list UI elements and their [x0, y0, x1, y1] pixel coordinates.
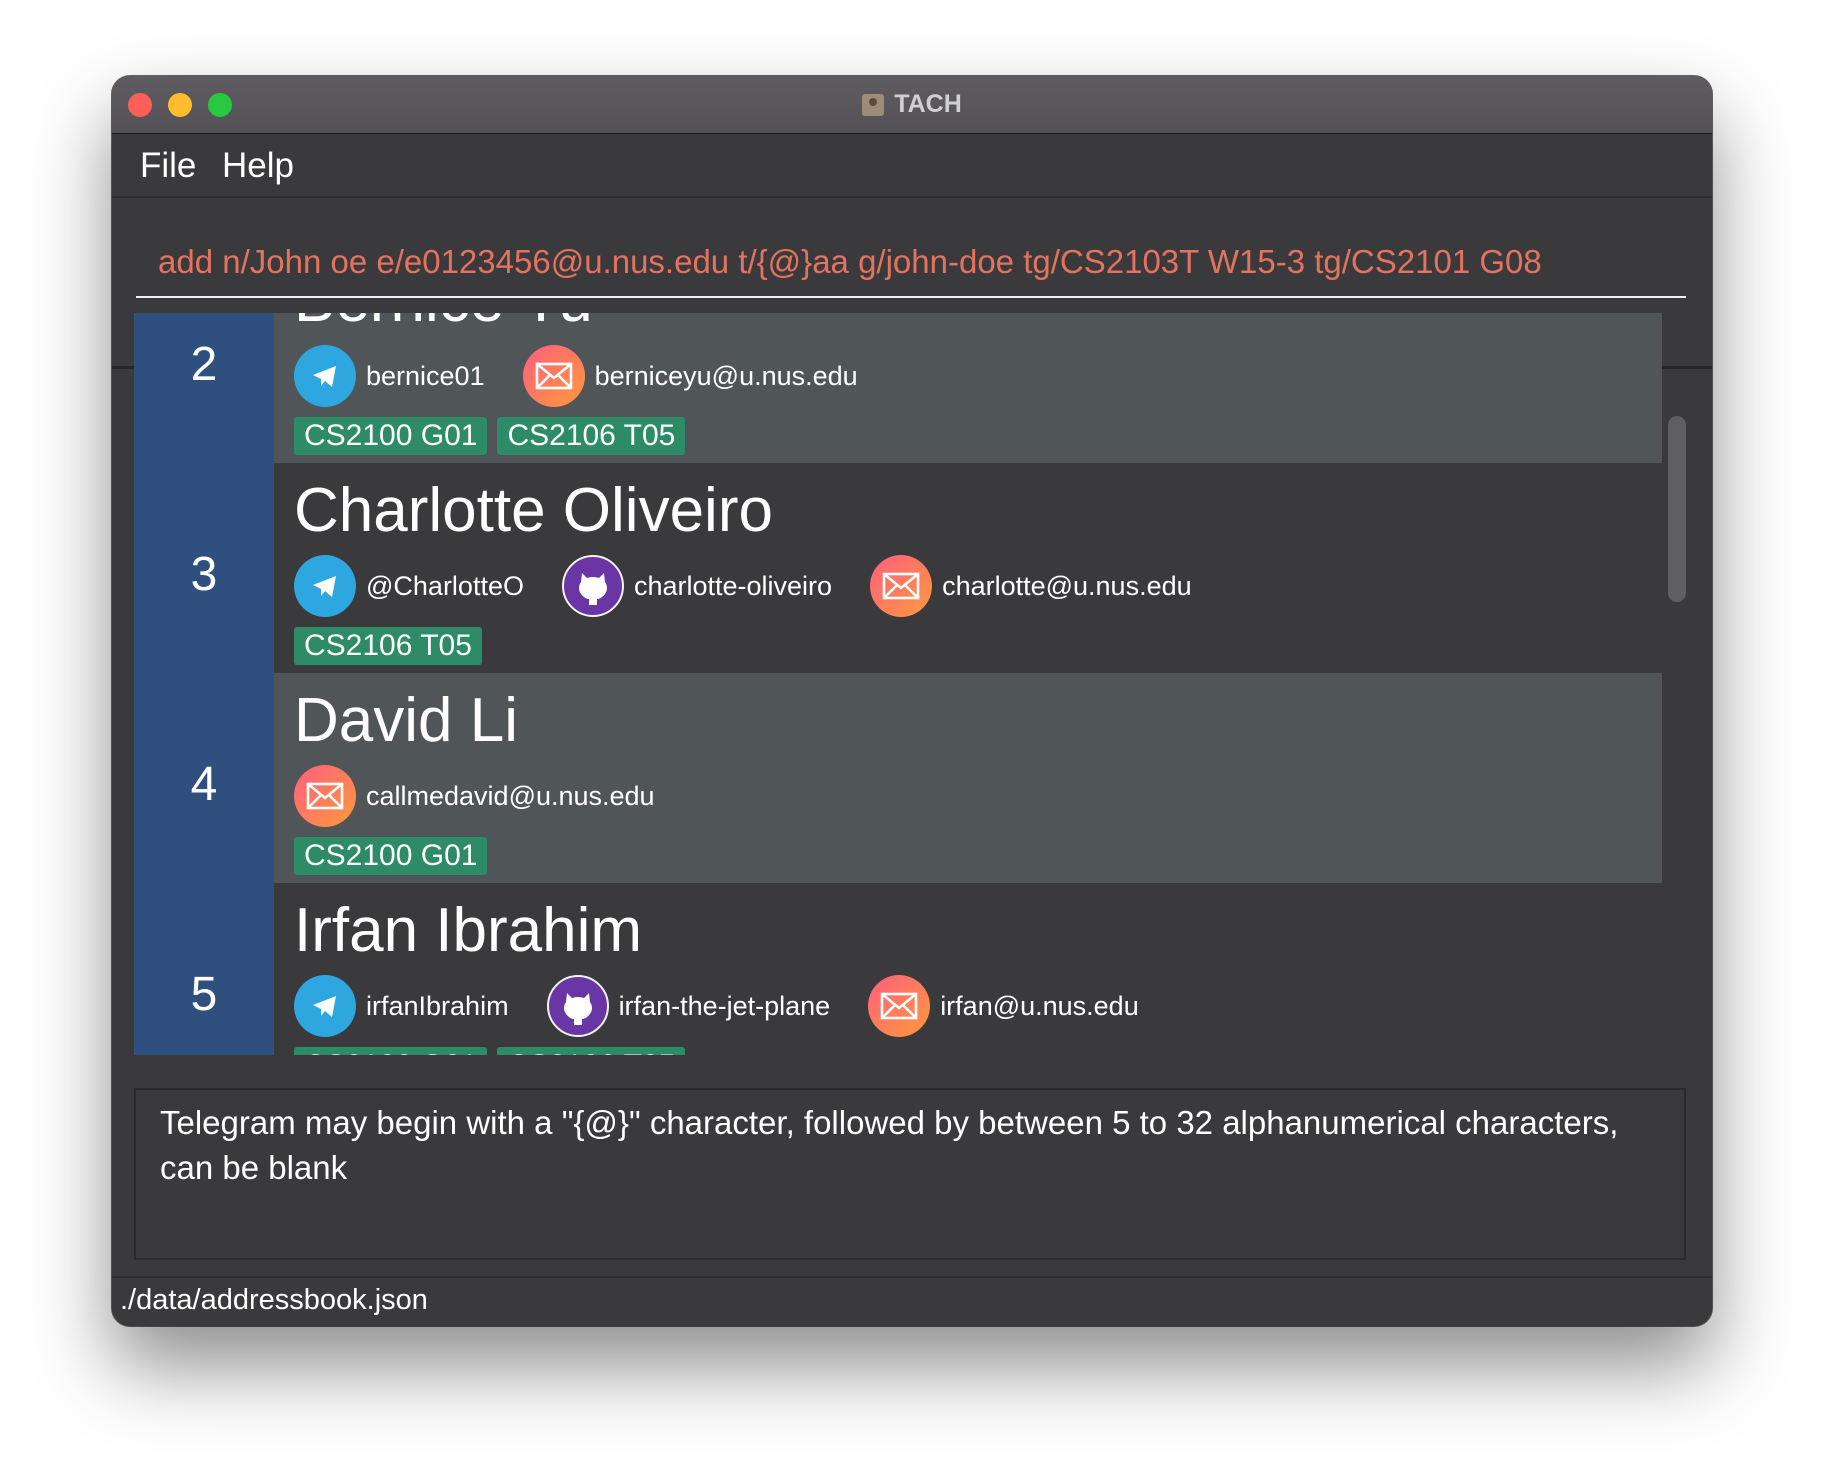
person-card[interactable]: 4 David Li callmedavid@u.nus.edu CS2100 G01	[134, 673, 1662, 883]
contact-item[interactable]: callmedavid@u.nus.edu	[294, 765, 655, 827]
person-name: Bernice Yu	[294, 313, 593, 336]
list-scrollbar[interactable]	[1668, 416, 1686, 602]
contact-list: @CharlotteO charlotte-oliveiro charlotte@u…	[294, 555, 1230, 617]
person-index-cell: 5	[134, 883, 274, 1055]
tag-list: CS2106 T05	[294, 627, 492, 665]
contact-item[interactable]: charlotte@u.nus.edu	[870, 555, 1192, 617]
contact-list: callmedavid@u.nus.edu	[294, 765, 693, 827]
person-index-cell: 3	[134, 463, 274, 673]
email-icon	[870, 555, 933, 617]
person-list[interactable]: 2 Bernice Yu bernice01 berniceyu@u.nus.edu C…	[134, 313, 1662, 1055]
menu-help[interactable]: Help	[222, 146, 294, 186]
telegram-icon	[294, 975, 356, 1037]
menu-file[interactable]: File	[140, 146, 196, 186]
tag-badge: CS2106 T05	[294, 627, 482, 665]
person-name: Charlotte Oliveiro	[294, 476, 773, 545]
title-bar: TACH	[112, 76, 1712, 134]
contact-item[interactable]: @CharlotteO	[294, 555, 524, 617]
contact-item[interactable]: bernice01	[294, 345, 485, 407]
result-display: Telegram may begin with a "{@}" characte…	[134, 1088, 1686, 1260]
contact-text: bernice01	[366, 360, 485, 391]
tag-list: CS2100 G01 CS2106 T05	[294, 1047, 695, 1055]
person-index: 2	[190, 338, 218, 391]
tag-badge: CS2106 T05	[497, 417, 686, 455]
contact-item[interactable]: charlotte-oliveiro	[561, 555, 833, 617]
telegram-icon	[294, 345, 356, 407]
contact-item[interactable]: irfan-the-jet-plane	[546, 975, 831, 1037]
tag-list: CS2100 G01CS2106 T05	[294, 417, 695, 455]
github-icon	[561, 555, 624, 617]
tag-badge: CS2100 G01	[294, 837, 488, 875]
result-message: Telegram may begin with a "{@}" characte…	[160, 1104, 1619, 1186]
app-window: TACH File Help 2Bernice Yubernice01berni…	[112, 76, 1712, 1326]
contact-text: irfan-the-jet-plane	[618, 990, 831, 1021]
person-index: 3	[190, 548, 218, 601]
save-location: ./data/addressbook.json	[120, 1284, 428, 1316]
contact-text: irfanIbrahim	[366, 990, 509, 1021]
contact-text: berniceyu@u.nus.edu	[594, 360, 858, 391]
contact-text: charlotte-oliveiro	[633, 570, 833, 601]
contact-item[interactable]: berniceyu@u.nus.edu	[522, 345, 858, 407]
contact-text: irfan@u.nus.edu	[940, 990, 1139, 1021]
status-bar: ./data/addressbook.json	[112, 1276, 1712, 1326]
person-name: Irfan Ibrahim	[294, 896, 643, 965]
contact-list: bernice01 berniceyu@u.nus.edu	[294, 345, 896, 407]
person-index-cell: 4	[134, 673, 274, 883]
contact-text: callmedavid@u.nus.edu	[366, 780, 655, 811]
contact-text: @CharlotteO	[366, 570, 524, 601]
contact-item[interactable]: irfan@u.nus.edu	[868, 975, 1139, 1037]
contact-text: charlotte@u.nus.edu	[942, 570, 1192, 601]
tag-badge: CS2106 T05	[497, 1047, 686, 1055]
app-icon	[862, 93, 885, 116]
person-index: 5	[190, 968, 218, 1021]
contact-list: irfanIbrahim irfan-the-jet-plane irfan@u.n…	[294, 975, 1177, 1037]
email-icon	[522, 345, 585, 407]
window-title: TACH	[894, 90, 962, 118]
person-name: David Li	[294, 686, 518, 755]
person-index: 4	[190, 758, 218, 811]
tag-badge: CS2100 G01	[294, 1047, 488, 1055]
email-icon	[294, 765, 356, 827]
tag-badge: CS2100 G01	[294, 417, 488, 455]
email-icon	[868, 975, 931, 1037]
person-card[interactable]: 2 Bernice Yu bernice01 berniceyu@u.nus.edu C…	[134, 313, 1662, 463]
person-card[interactable]: 3 Charlotte Oliveiro @CharlotteO charlotte-…	[134, 463, 1662, 673]
command-input[interactable]	[136, 228, 1686, 298]
tag-list: CS2100 G01	[294, 837, 497, 875]
contact-item[interactable]: irfanIbrahim	[294, 975, 509, 1037]
person-card[interactable]: 5 Irfan Ibrahim irfanIbrahim irfan-the-jet-…	[134, 883, 1662, 1055]
person-index-cell: 2	[134, 313, 274, 463]
telegram-icon	[294, 555, 356, 617]
menu-bar: File Help	[112, 134, 1712, 198]
github-icon	[546, 975, 609, 1037]
